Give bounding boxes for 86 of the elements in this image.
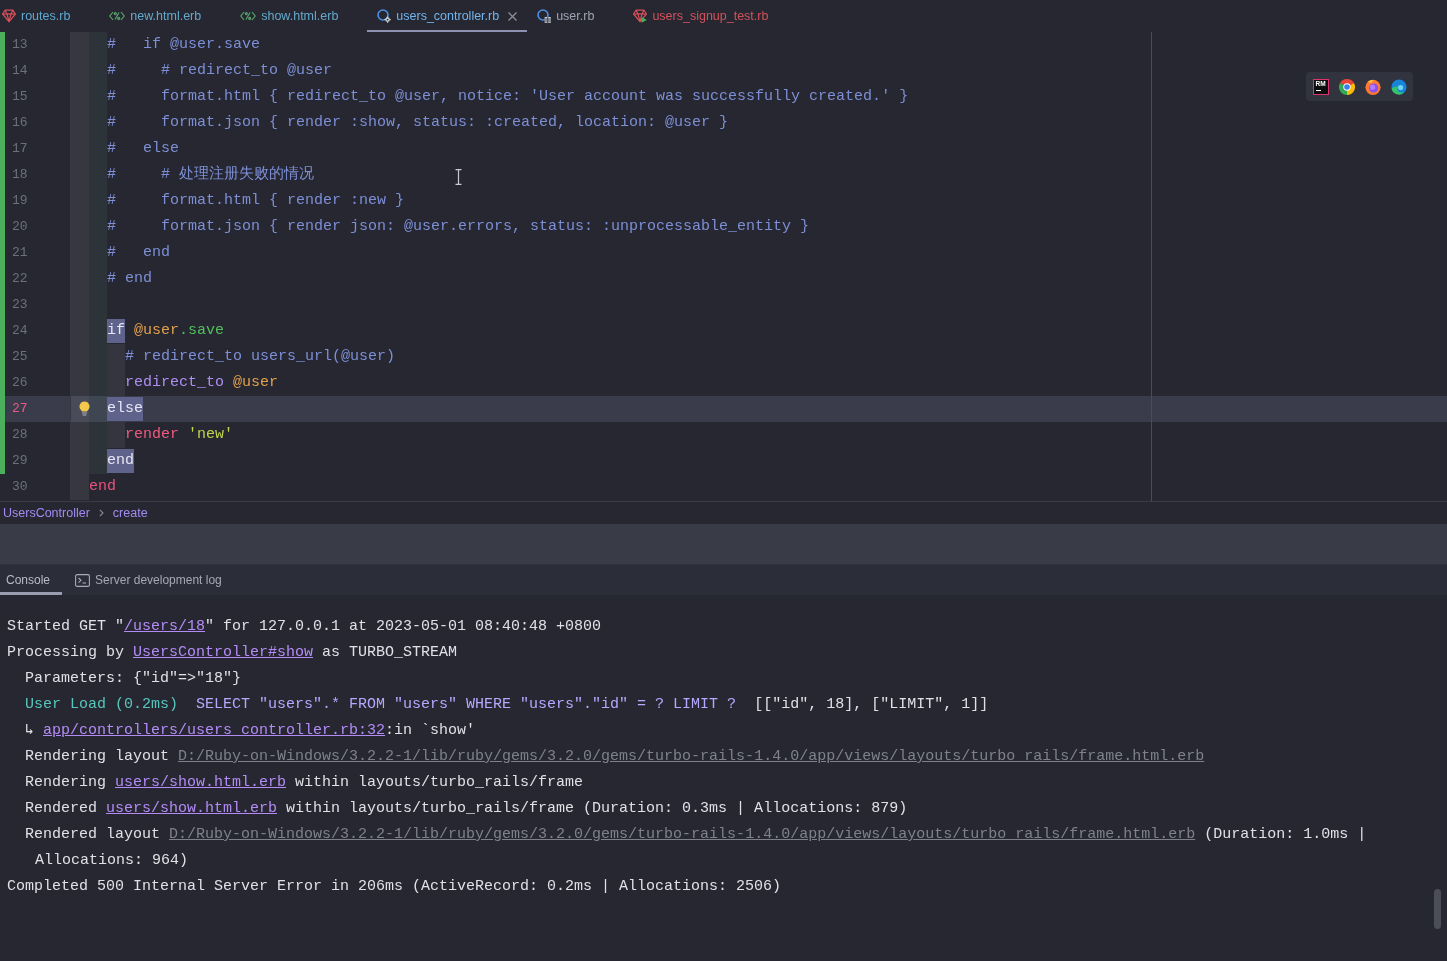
code-keyword: end — [107, 449, 134, 473]
indent-guide — [71, 370, 89, 396]
circle-gear-icon — [377, 9, 392, 23]
editor-tab[interactable]: users_controller.rb — [367, 0, 528, 32]
code-line: # if @user.save — [107, 35, 261, 55]
log-line: ↳ app/controllers/users_controller.rb:32:in `show' — [25, 721, 476, 741]
browser-icon[interactable] — [1365, 78, 1381, 95]
line-number: 27 — [5, 396, 71, 422]
log-link[interactable]: /users/18 — [124, 618, 206, 635]
indent-guide — [89, 396, 107, 422]
code-keyword: end — [89, 477, 116, 497]
log-line: Parameters: {"id"=>"18"} — [25, 669, 242, 689]
code-line: # format.html { render :new } — [107, 191, 405, 211]
log-line: Rendered users/show.html.erb within layouts/turbo_rails/frame (Duration: 0.3ms | Allocations: 879) — [25, 799, 908, 819]
line-number: 29 — [5, 448, 71, 474]
indent-guide — [89, 422, 107, 448]
line-number: 23 — [5, 292, 71, 318]
line-number: 17 — [5, 136, 71, 162]
code-line: # redirect_to users_url(@user) — [125, 347, 396, 367]
text-cursor-icon — [455, 169, 462, 185]
scrollbar-thumb[interactable] — [1434, 889, 1441, 929]
breadcrumb-item[interactable]: UsersController — [3, 506, 90, 520]
console-tab[interactable]: Console — [0, 565, 63, 595]
code-tag-icon — [240, 11, 257, 21]
line-number: 15 — [5, 84, 71, 110]
line-number: 28 — [5, 422, 71, 448]
browser-icon[interactable] — [1339, 78, 1355, 95]
code-line: # # 处理注册失败的情况 — [107, 164, 314, 185]
circle-table-icon — [537, 9, 552, 23]
line-number: 19 — [5, 188, 71, 214]
code-line: # format.html { redirect_to @user, notice: 'User account was successfully created.' } — [107, 87, 909, 107]
line-number: 24 — [5, 318, 71, 344]
log-link[interactable]: users/show.html.erb — [106, 800, 278, 817]
gem-icon — [2, 9, 16, 23]
line-number: 16 — [5, 110, 71, 136]
breadcrumb-item[interactable]: create — [112, 506, 148, 520]
code-line: render 'new' — [125, 425, 234, 445]
code-line: # format.json { render :show, status: :created, location: @user } — [107, 113, 729, 133]
log-link[interactable]: UsersController#show — [133, 644, 314, 661]
indent-guide — [89, 448, 107, 474]
terminal-icon — [75, 573, 91, 587]
indent-guide — [107, 422, 125, 448]
console-tab[interactable]: Server development log — [62, 565, 234, 595]
indent-guide — [89, 370, 107, 396]
indent-guide — [107, 344, 125, 370]
indent-guide — [71, 422, 89, 448]
line-number: 25 — [5, 344, 71, 370]
log-link[interactable]: users/show.html.erb — [115, 774, 287, 791]
line-number: 20 — [5, 214, 71, 240]
editor-tab[interactable]: new.html.erb — [99, 0, 231, 32]
line-number: 14 — [5, 58, 71, 84]
log-link[interactable]: app/controllers/users_controller.rb:32 — [43, 722, 386, 739]
line-number: 22 — [5, 266, 71, 292]
line-number: 21 — [5, 240, 71, 266]
line-number: 30 — [5, 474, 71, 500]
code-tag-icon — [109, 11, 126, 21]
code-keyword: if — [107, 319, 125, 343]
log-line: User Load (0.2ms) SELECT "users".* FROM "users" WHERE "users"."id" = ? LIMIT ? [["id", 18], ["LIMIT", 1]] — [25, 695, 989, 715]
editor-tab[interactable]: routes.rb — [0, 0, 100, 32]
line-number: 13 — [5, 32, 71, 58]
editor-tab[interactable]: users_signup_test.rb — [623, 0, 798, 32]
gem-play-icon — [633, 9, 648, 23]
code-line: # format.json { render json: @user.errors, status: :unprocessable_entity } — [107, 217, 810, 237]
editor-tab[interactable]: user.rb — [527, 0, 624, 32]
file-path-link[interactable]: D:/Ruby-on-Windows/3.2.2-1/lib/ruby/gems/3.2.0/gems/turbo-rails-1.4.0/app/views/layouts/turbo_rails/frame.html.erb — [178, 748, 1205, 765]
code-line: redirect_to @user — [125, 373, 279, 393]
log-line: Processing by UsersController#show as TURBO_STREAM — [7, 643, 458, 663]
code-keyword: else — [107, 397, 143, 421]
browser-icon[interactable] — [1391, 78, 1407, 95]
code-line: # end — [107, 243, 170, 263]
file-path-link[interactable]: D:/Ruby-on-Windows/3.2.2-1/lib/ruby/gems/3.2.0/gems/turbo-rails-1.4.0/app/views/layouts/turbo_rails/frame.html.erb — [169, 826, 1196, 843]
log-line: Rendering layout D:/Ruby-on-Windows/3.2.2-1/lib/ruby/gems/3.2.0/gems/turbo-rails-1.4.0/app/views/layouts/turbo_rails/frame.html.erb — [25, 747, 1205, 767]
indent-guide — [107, 370, 125, 396]
log-line: Started GET "/users/18" for 127.0.0.1 at 2023-05-01 08:40:48 +0800 — [7, 617, 602, 637]
log-line: Completed 500 Internal Server Error in 206ms (ActiveRecord: 0.2ms | Allocations: 2506) — [7, 877, 782, 897]
line-number: 18 — [5, 162, 71, 188]
chevron-icon — [98, 509, 104, 517]
log-line: Rendering users/show.html.erb within layouts/turbo_rails/frame — [25, 773, 584, 793]
code-line: # else — [107, 139, 179, 159]
code-line: if @user.save — [107, 318, 225, 344]
code-line: # end — [107, 269, 152, 289]
code-line: # # redirect_to @user — [107, 61, 333, 81]
log-line: Rendered layout D:/Ruby-on-Windows/3.2.2-1/lib/ruby/gems/3.2.0/gems/turbo-rails-1.4.0/app/views/layouts/turbo_rails/frame.html.erb (Duration: 1.0ms | Allocations: 964) — [25, 825, 1368, 871]
close-icon[interactable] — [508, 11, 518, 21]
lightbulb-icon[interactable] — [79, 401, 90, 416]
editor-tab[interactable]: show.html.erb — [230, 0, 368, 32]
